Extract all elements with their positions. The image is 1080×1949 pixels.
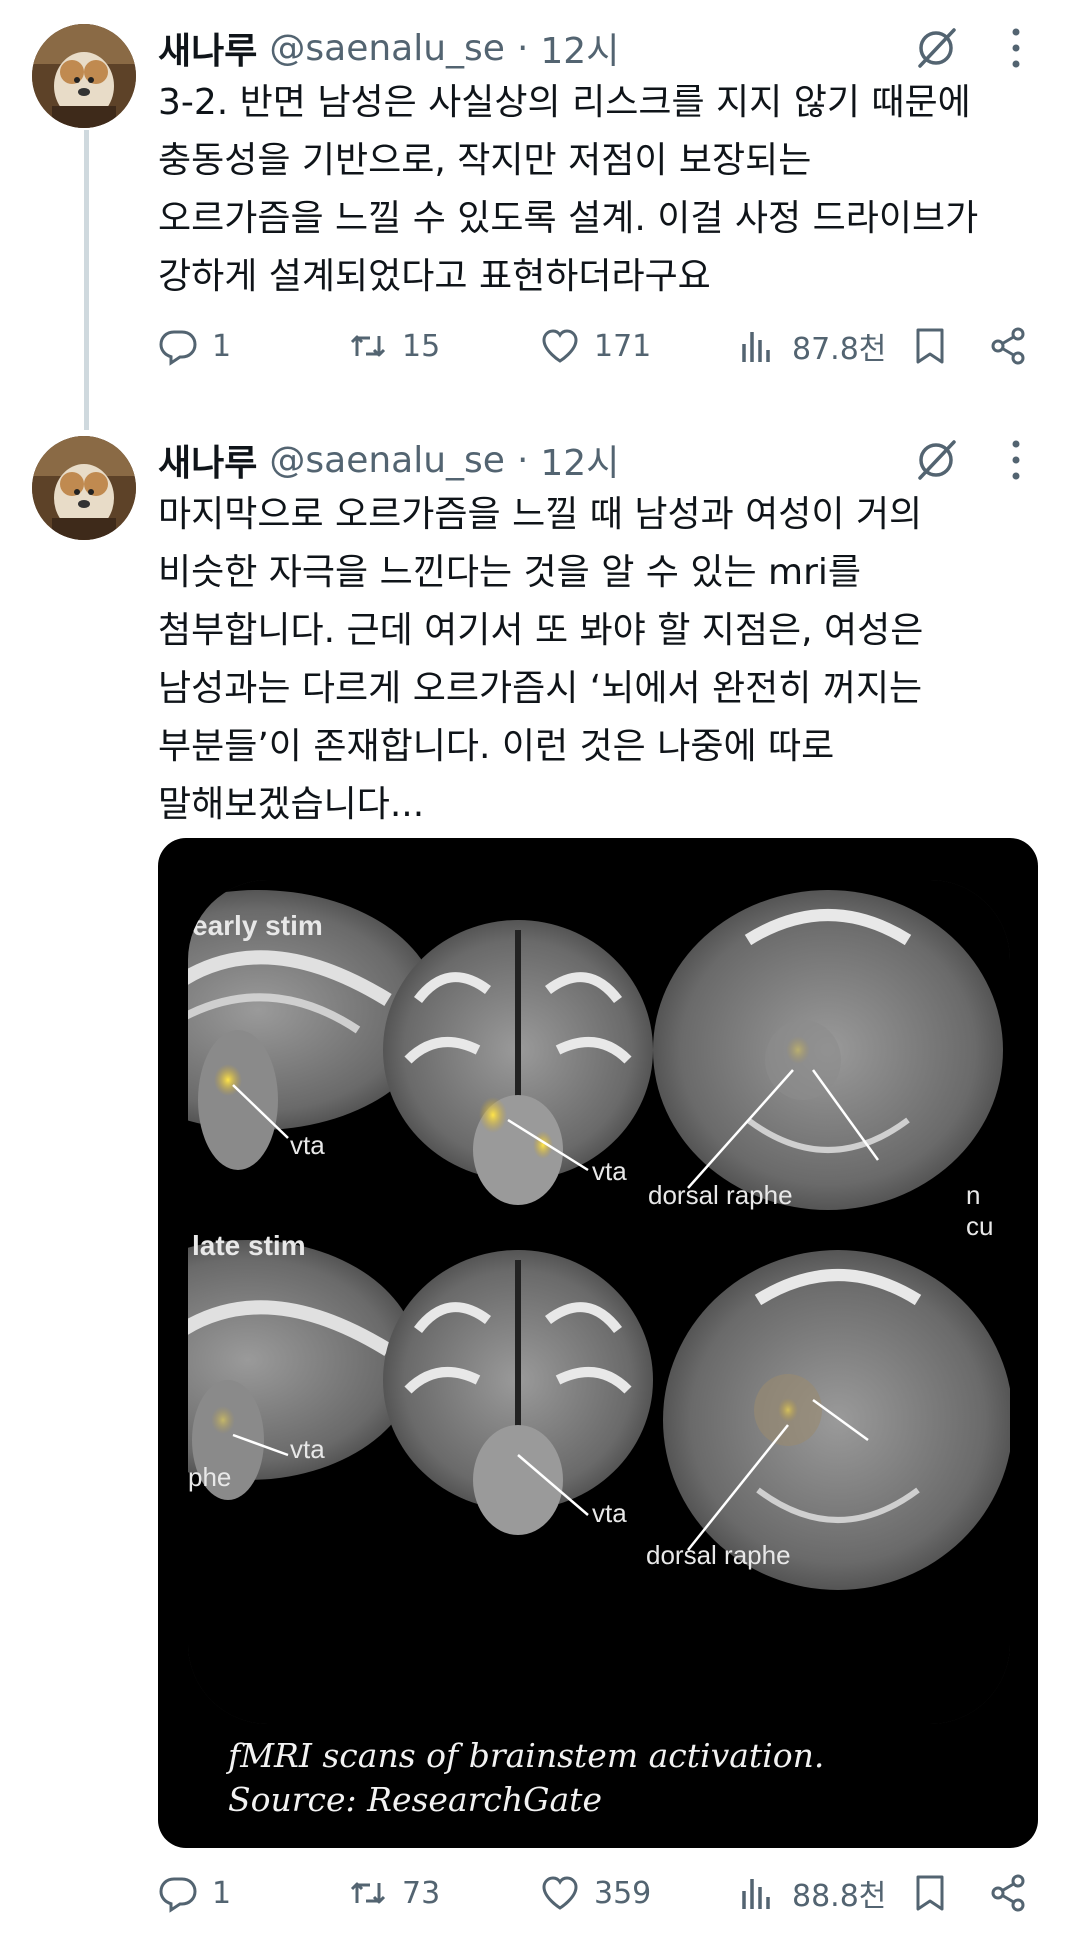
reply-count: 1 — [212, 328, 232, 364]
views-icon — [742, 332, 770, 362]
fmri-scan-panel: early stim vta vta dorsal raphe n cu lat… — [188, 880, 1010, 1724]
vta-label: vta — [290, 1130, 325, 1160]
like-count: 359 — [594, 1875, 652, 1911]
author-name[interactable]: 새나루 — [158, 434, 257, 486]
separator-dot: · — [516, 439, 529, 481]
grok-icon[interactable] — [912, 24, 960, 72]
retweet-button[interactable]: 73 — [348, 1863, 440, 1923]
tweet[interactable]: 새나루 @saenalu_se · 12시 3-2. 반면 남성은 사실상의 리… — [0, 0, 1080, 430]
late-stim-label: late stim — [192, 1230, 306, 1261]
bookmark-icon — [916, 1875, 944, 1911]
retweet-icon — [350, 1882, 386, 1904]
bookmark-button[interactable] — [910, 316, 950, 376]
action-bar: 1 73 359 88.8천 — [158, 1863, 1038, 1923]
axial-scan-early — [653, 890, 1003, 1210]
phe-label: phe — [188, 1462, 232, 1492]
view-count: 87.8천 — [792, 332, 887, 367]
timestamp[interactable]: 12시 — [540, 22, 619, 74]
retweet-count: 15 — [402, 328, 441, 364]
share-button[interactable] — [988, 316, 1028, 376]
more-icon[interactable] — [1008, 24, 1024, 72]
retweet-button[interactable]: 15 — [348, 316, 440, 376]
author-handle[interactable]: @saenalu_se — [269, 440, 505, 481]
caption-source: Source: ResearchGate — [228, 1780, 602, 1819]
retweet-icon — [350, 335, 386, 357]
fmri-scans — [188, 880, 1010, 1724]
bookmark-button[interactable] — [910, 1863, 950, 1923]
vta-label: vta — [290, 1434, 325, 1464]
share-button[interactable] — [988, 1863, 1028, 1923]
heart-icon — [542, 329, 578, 363]
author-name[interactable]: 새나루 — [158, 22, 257, 74]
views-button[interactable]: 88.8천 — [738, 1863, 886, 1923]
share-icon — [991, 327, 1025, 365]
author-handle[interactable]: @saenalu_se — [269, 28, 505, 69]
reply-icon — [159, 1877, 197, 1913]
retweet-count: 73 — [402, 1875, 441, 1911]
views-button[interactable]: 87.8천 — [738, 316, 886, 376]
tweet-header: 새나루 @saenalu_se · 12시 — [158, 432, 619, 488]
reply-button[interactable]: 1 — [158, 1863, 231, 1923]
reply-count: 1 — [212, 1875, 232, 1911]
image-caption: fMRI scans of brainstem activation. Sour… — [228, 1734, 824, 1822]
action-bar: 1 15 171 87.8천 — [158, 316, 1038, 376]
view-count: 88.8천 — [792, 1879, 887, 1914]
axial-scan-late — [663, 1250, 1010, 1590]
vta-label: vta — [592, 1156, 627, 1186]
cut-label: n cu — [966, 1180, 994, 1241]
early-stim-label: early stim — [192, 910, 323, 941]
dorsal-raphe-label: dorsal raphe — [646, 1540, 791, 1570]
avatar[interactable] — [32, 24, 136, 128]
like-count: 171 — [594, 328, 652, 364]
timestamp[interactable]: 12시 — [540, 434, 619, 486]
thread-line — [84, 130, 89, 430]
dorsal-raphe-label: dorsal raphe — [648, 1180, 793, 1210]
bookmark-icon — [916, 328, 944, 364]
more-icon[interactable] — [1008, 436, 1024, 484]
separator-dot: · — [516, 27, 529, 69]
vta-label: vta — [592, 1498, 627, 1528]
reply-button[interactable]: 1 — [158, 316, 231, 376]
caption-line: fMRI scans of brainstem activation. — [228, 1736, 825, 1775]
share-icon — [991, 1874, 1025, 1912]
avatar[interactable] — [32, 436, 136, 540]
tweet-text: 3-2. 반면 남성은 사실상의 리스크를 지지 않기 때문에 충동성을 기반으… — [158, 82, 979, 297]
grok-icon[interactable] — [912, 436, 960, 484]
tweet-text: 마지막으로 오르가즘을 느낄 때 남성과 여성이 거의 비슷한 자극을 느낀다는… — [158, 494, 924, 825]
tweet-image[interactable]: early stim vta vta dorsal raphe n cu lat… — [158, 838, 1038, 1848]
heart-icon — [542, 1876, 578, 1910]
like-button[interactable]: 171 — [540, 316, 651, 376]
tweet-header: 새나루 @saenalu_se · 12시 — [158, 20, 619, 76]
views-icon — [742, 1879, 770, 1909]
like-button[interactable]: 359 — [540, 1863, 651, 1923]
reply-icon — [159, 330, 197, 366]
tweet[interactable]: 새나루 @saenalu_se · 12시 마지막으로 오르가즘을 느낄 때 남… — [0, 420, 1080, 1949]
